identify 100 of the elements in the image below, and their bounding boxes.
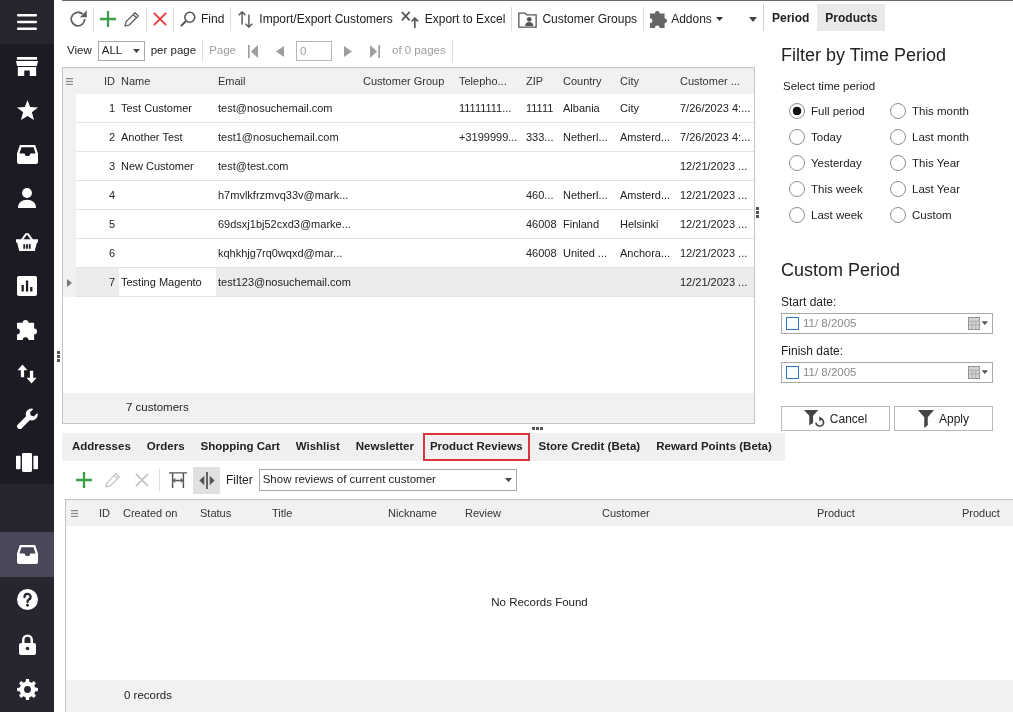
column-header[interactable]: Customer Group: [361, 68, 457, 94]
column-header[interactable]: ID: [95, 500, 119, 526]
cancel-button[interactable]: Cancel: [781, 406, 890, 432]
radio-label[interactable]: Full period: [811, 102, 865, 120]
table-row[interactable]: 3 New Customer test@test.com 12/21/2023 ...: [63, 152, 754, 181]
cross-arrow-icon: [400, 10, 420, 28]
plus-icon: [75, 472, 92, 488]
settings-icon: [16, 679, 38, 700]
toolbar-button[interactable]: Find: [176, 5, 229, 33]
detail-tab[interactable]: Addresses: [65, 433, 138, 461]
toolbar-button[interactable]: Import/Export Customers: [233, 5, 397, 33]
detail-tab[interactable]: Newsletter: [348, 433, 421, 461]
detail-tab[interactable]: Orders: [139, 433, 192, 461]
apply-button[interactable]: Apply: [894, 406, 993, 432]
caret-icon: [715, 17, 723, 21]
radio-label[interactable]: This week: [811, 180, 863, 198]
menu-button[interactable]: [0, 0, 54, 44]
basket-icon: [16, 233, 38, 251]
radio-button[interactable]: [789, 129, 805, 146]
detail-tab[interactable]: Wishlist: [288, 433, 347, 461]
radio-label[interactable]: Last Year: [912, 180, 960, 198]
radio-label[interactable]: This Year: [912, 154, 960, 172]
radio-label[interactable]: Today: [811, 128, 842, 146]
radio-label[interactable]: This month: [912, 102, 969, 120]
group-label: Select time period: [782, 79, 877, 94]
caret-icon: [504, 478, 512, 482]
column-header[interactable]: Customer: [598, 500, 813, 526]
help-icon: [16, 589, 38, 610]
column-header[interactable]: Product: [958, 500, 1013, 526]
inbox-icon: [16, 545, 38, 564]
date-checkbox[interactable]: [786, 317, 799, 331]
detail-tab[interactable]: Reward Points (Beta): [649, 433, 779, 461]
toolbar-button[interactable]: Export to Excel: [396, 5, 510, 33]
radio-button[interactable]: [789, 103, 805, 120]
column-header[interactable]: Name: [119, 68, 216, 94]
date-checkbox[interactable]: [786, 366, 799, 380]
date-field[interactable]: 11/ 8/2005: [781, 313, 993, 335]
page-count: of 0 pages: [392, 43, 446, 59]
pencil-icon: [104, 472, 121, 488]
column-header[interactable]: Created on: [119, 500, 196, 526]
detail-tab[interactable]: Shopping Cart: [193, 433, 287, 461]
first-page-icon: [248, 44, 258, 58]
splitter-grip-icon[interactable]: [56, 350, 60, 362]
column-header[interactable]: Review: [461, 500, 598, 526]
funnel-icon: [918, 409, 934, 428]
column-header[interactable]: City: [618, 68, 678, 94]
radio-button[interactable]: [789, 155, 805, 172]
toolbar-menu-button[interactable]: Addons: [646, 5, 727, 33]
caret-icon: [748, 16, 757, 22]
column-header[interactable]: Product: [813, 500, 958, 526]
panel-tab[interactable]: Products: [817, 4, 886, 31]
sidebar-button[interactable]: [0, 532, 54, 577]
table-row[interactable]: 2 Another Test test1@nosuchemail.com +3199999... 333... Netherl... Amsterd... 7/26/2023 4:...: [63, 123, 754, 152]
radio-label[interactable]: Yesterday: [811, 154, 862, 172]
column-header[interactable]: ID: [76, 68, 119, 94]
search-icon: [180, 11, 196, 27]
detail-tab[interactable]: Store Credit (Beta): [531, 433, 648, 461]
column-header[interactable]: Nickname: [384, 500, 461, 526]
table-row[interactable]: 5 69dsxj1bj52cxd3@marke... 46008 Finland Helsinki 12/21/2023 ...: [63, 210, 754, 239]
column-header[interactable]: Telepho...: [457, 68, 524, 94]
puzzle-icon: [17, 320, 37, 340]
radio-button[interactable]: [789, 207, 805, 224]
filter-select[interactable]: Show reviews of current customer: [258, 469, 517, 491]
splitter-grip-icon[interactable]: [756, 207, 759, 218]
radio-button[interactable]: [890, 181, 906, 198]
table-row[interactable]: 6 kqhkhjg7rq0wqxd@mar... 46008 United ... Anchora... 12/21/2023 ...: [63, 239, 754, 268]
toolbar-button[interactable]: Customer Groups: [514, 5, 642, 33]
up-down-arrows-icon: [17, 364, 37, 384]
lock-icon: [18, 634, 36, 655]
radio-button[interactable]: [890, 207, 906, 224]
table-row[interactable]: 7 Testing Magento test123@nosuchemail.com 12/21/2023 ...: [63, 268, 754, 297]
radio-button[interactable]: [789, 181, 805, 198]
bar-chart-icon: [17, 276, 37, 296]
radio-label[interactable]: Custom: [912, 206, 952, 224]
plus-icon: [100, 11, 116, 27]
folder-person-icon: [518, 10, 538, 28]
refresh-icon: [69, 10, 87, 28]
column-header[interactable]: ZIP: [524, 68, 561, 94]
table-row[interactable]: 1 Test Customer test@nosuchemail.com 11111111... 11111 Albania City 7/26/2023 4:...: [63, 94, 754, 123]
column-header[interactable]: Customer ...: [678, 68, 754, 94]
radio-label[interactable]: Last week: [811, 206, 863, 224]
radio-button[interactable]: [890, 129, 906, 146]
column-header[interactable]: Country: [561, 68, 618, 94]
column-menu-icon[interactable]: [66, 77, 73, 85]
detail-tab[interactable]: Product Reviews: [422, 433, 530, 461]
radio-label[interactable]: Last month: [912, 128, 969, 146]
date-field[interactable]: 11/ 8/2005: [781, 362, 993, 384]
table-row[interactable]: 4 h7mvlkfrzmvq33v@mark... 460... Netherl... Amsterd... 12/21/2023 ...: [63, 181, 754, 210]
film-icon: [16, 452, 38, 472]
calendar-dropdown-icon: [968, 317, 988, 331]
radio-button[interactable]: [890, 155, 906, 172]
column-header[interactable]: Title: [268, 500, 384, 526]
splitter-grip-icon[interactable]: [532, 427, 543, 430]
record-count: 7 customers: [126, 400, 189, 416]
toolbar-button[interactable]: [193, 466, 220, 494]
column-header[interactable]: Status: [196, 500, 268, 526]
delete-icon: [153, 12, 167, 26]
column-header[interactable]: Email: [216, 68, 361, 94]
column-menu-icon[interactable]: [71, 509, 78, 517]
radio-button[interactable]: [890, 103, 906, 120]
